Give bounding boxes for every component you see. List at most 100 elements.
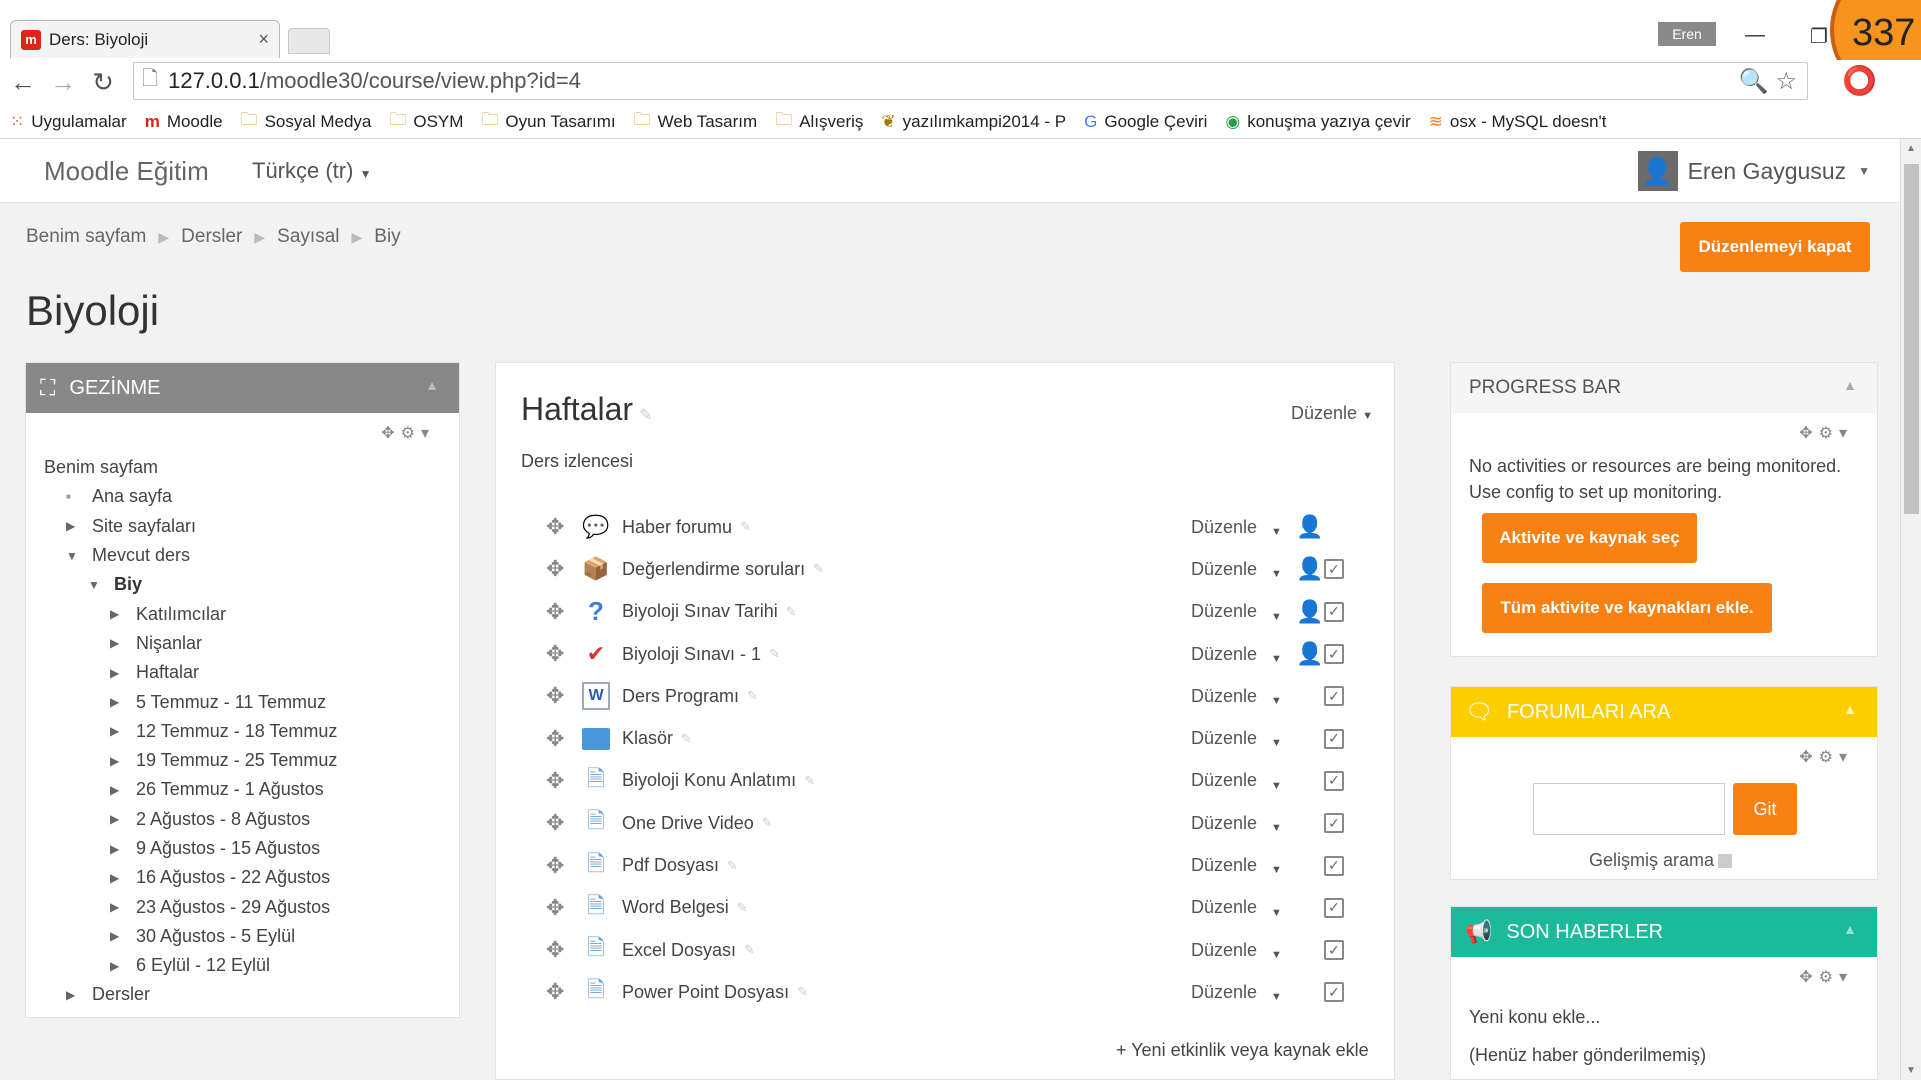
completion-checkbox-icon[interactable]: ✓ xyxy=(1324,686,1344,707)
group-mode-user-icon[interactable]: 👤 xyxy=(1296,641,1323,667)
group-mode-user-icon[interactable]: 👤 xyxy=(1296,556,1323,582)
nav-tree-item[interactable]: ▶ Haftalar xyxy=(44,658,459,687)
completion-checkbox-icon[interactable]: ✓ xyxy=(1324,559,1344,580)
add-activity-link[interactable]: + Yeni etkinlik veya kaynak ekle xyxy=(1116,1040,1369,1061)
language-menu[interactable]: Türkçe (tr) ▼ xyxy=(252,158,371,184)
pencil-icon[interactable]: ✎ xyxy=(813,561,824,577)
add-all-activities-button[interactable]: Tüm aktivite ve kaynakları ekle. xyxy=(1482,583,1772,633)
caret-down-icon[interactable]: ▼ xyxy=(1271,568,1282,580)
nav-tree-item[interactable]: ▶ 12 Temmuz - 18 Temmuz xyxy=(44,717,459,746)
collapse-icon[interactable]: ▲ xyxy=(1843,921,1857,937)
completion-checkbox-icon[interactable]: ✓ xyxy=(1324,982,1344,1003)
activity-edit-menu[interactable]: Düzenle xyxy=(1191,940,1257,961)
site-brand[interactable]: Moodle Eğitim xyxy=(44,156,209,187)
move-handle-icon[interactable]: ✥ xyxy=(546,599,582,625)
breadcrumb-item[interactable]: Benim sayfam xyxy=(26,226,146,248)
opera-icon[interactable]: ⭕ xyxy=(1842,64,1877,97)
scroll-up-icon[interactable]: ▲ xyxy=(1906,143,1916,154)
activity-edit-menu[interactable]: Düzenle xyxy=(1191,644,1257,665)
forum-search-header[interactable]: 🗨 FORUMLARI ARA ▲ xyxy=(1451,687,1877,737)
nav-tree-item[interactable]: ▶ 5 Temmuz - 11 Temmuz xyxy=(44,687,459,716)
completion-checkbox-icon[interactable]: ✓ xyxy=(1324,813,1344,834)
nav-tree-item[interactable]: ■ Ana sayfa xyxy=(44,482,459,511)
activity-edit-menu[interactable]: Düzenle xyxy=(1191,813,1257,834)
activity-link[interactable]: Word Belgesi xyxy=(622,897,729,918)
activity-link[interactable]: Pdf Dosyası xyxy=(622,855,719,876)
completion-checkbox-icon[interactable]: ✓ xyxy=(1324,940,1344,961)
activity-link[interactable]: One Drive Video xyxy=(622,813,754,834)
activity-link[interactable]: Excel Dosyası xyxy=(622,940,736,961)
profile-chip[interactable]: Eren xyxy=(1658,22,1716,46)
move-handle-icon[interactable]: ✥ xyxy=(546,810,582,836)
move-gear-icons[interactable]: ✥⚙▾ xyxy=(1799,423,1853,443)
completion-checkbox-icon[interactable]: ✓ xyxy=(1324,855,1344,876)
back-arrow-icon[interactable]: ← xyxy=(6,67,40,98)
move-handle-icon[interactable]: ✥ xyxy=(546,853,582,879)
progress-bar-header[interactable]: PROGRESS BAR ▲ xyxy=(1451,363,1877,413)
caret-down-icon[interactable]: ▼ xyxy=(1271,822,1282,834)
caret-down-icon[interactable]: ▼ xyxy=(1271,695,1282,707)
pencil-icon[interactable]: ✎ xyxy=(737,900,748,916)
pencil-icon[interactable]: ✎ xyxy=(797,984,808,1000)
move-gear-icons[interactable]: ✥⚙▾ xyxy=(1799,967,1853,987)
pencil-icon[interactable]: ✎ xyxy=(786,604,797,620)
collapse-icon[interactable]: ▲ xyxy=(1843,377,1857,393)
activity-edit-menu[interactable]: Düzenle xyxy=(1191,559,1257,580)
bookmark-item[interactable]: ❦ yazılımkampi2014 - P xyxy=(881,112,1066,132)
scroll-down-icon[interactable]: ▼ xyxy=(1906,1065,1916,1076)
nav-tree-item[interactable]: ▶ 30 Ağustos - 5 Eylül xyxy=(44,922,459,951)
new-tab-button[interactable] xyxy=(288,28,330,54)
pencil-icon[interactable]: ✎ xyxy=(747,688,758,704)
bookmark-item[interactable]: m Moodle xyxy=(145,112,223,132)
group-mode-user-icon[interactable]: 👤 xyxy=(1296,599,1323,625)
activity-link[interactable]: Biyoloji Sınav Tarihi xyxy=(622,601,778,622)
activity-edit-menu[interactable]: Düzenle xyxy=(1191,770,1257,791)
scroll-thumb[interactable] xyxy=(1904,164,1919,514)
nav-tree-item[interactable]: Benim sayfam xyxy=(44,453,459,482)
nav-tree-item[interactable]: ▶ Katılımcılar xyxy=(44,599,459,628)
nav-tree-item[interactable]: ▶ 2 Ağustos - 8 Ağustos xyxy=(44,805,459,834)
activity-edit-menu[interactable]: Düzenle xyxy=(1191,601,1257,622)
bookmark-item[interactable]: ◉ konuşma yazıya çevir xyxy=(1225,112,1410,132)
activity-edit-menu[interactable]: Düzenle xyxy=(1191,982,1257,1003)
nav-tree-item[interactable]: ▶ 26 Temmuz - 1 Ağustos xyxy=(44,775,459,804)
completion-checkbox-icon[interactable]: ✓ xyxy=(1324,644,1344,665)
caret-down-icon[interactable]: ▼ xyxy=(1271,907,1282,919)
activity-link[interactable]: Değerlendirme soruları xyxy=(622,559,805,580)
nav-tree-item[interactable]: ▼ Biy xyxy=(44,570,459,599)
move-handle-icon[interactable]: ✥ xyxy=(546,768,582,794)
section-edit-menu[interactable]: Düzenle ▼ xyxy=(1291,403,1373,424)
completion-checkbox-icon[interactable]: ✓ xyxy=(1324,897,1344,918)
activity-edit-menu[interactable]: Düzenle xyxy=(1191,517,1257,538)
move-handle-icon[interactable]: ✥ xyxy=(546,683,582,709)
bookmark-item[interactable]: 🗀 Alışveriş xyxy=(775,107,863,136)
move-gear-icons[interactable]: ✥⚙▾ xyxy=(381,423,435,443)
pencil-icon[interactable]: ✎ xyxy=(744,942,755,958)
bookmark-item[interactable]: ⁙ Uygulamalar xyxy=(10,112,127,132)
activity-edit-menu[interactable]: Düzenle xyxy=(1191,686,1257,707)
bookmark-item[interactable]: 🗀 Sosyal Medya xyxy=(241,107,372,136)
help-icon[interactable] xyxy=(1718,854,1733,869)
nav-tree-item[interactable]: ▶ 23 Ağustos - 29 Ağustos xyxy=(44,892,459,921)
completion-checkbox-icon[interactable]: ✓ xyxy=(1324,601,1344,622)
minimize-icon[interactable]: — xyxy=(1745,24,1765,47)
bookmark-item[interactable]: 🗀 Oyun Tasarımı xyxy=(481,107,615,136)
breadcrumb-item[interactable]: Sayısal xyxy=(277,226,339,248)
navigation-block-header[interactable]: ⛶ GEZİNME ▲ xyxy=(26,363,459,413)
nav-tree-item[interactable]: ▼ Mevcut ders xyxy=(44,541,459,570)
activity-edit-menu[interactable]: Düzenle xyxy=(1191,728,1257,749)
move-handle-icon[interactable]: ✥ xyxy=(546,895,582,921)
nav-tree-item[interactable]: ▶ 16 Ağustos - 22 Ağustos xyxy=(44,863,459,892)
turn-editing-off-button[interactable]: Düzenlemeyi kapat xyxy=(1680,222,1870,272)
bookmark-item[interactable]: G Google Çeviri xyxy=(1084,112,1207,132)
zoom-star-icons[interactable]: 🔍 ☆ xyxy=(1739,67,1797,96)
reload-icon[interactable]: ↻ xyxy=(86,67,120,98)
move-handle-icon[interactable]: ✥ xyxy=(546,937,582,963)
tab-close-icon[interactable]: × xyxy=(258,29,269,50)
move-handle-icon[interactable]: ✥ xyxy=(546,641,582,667)
group-mode-user-icon[interactable]: 👤 xyxy=(1296,514,1323,540)
browser-tab[interactable]: m Ders: Biyoloji × xyxy=(10,20,280,58)
completion-checkbox-icon[interactable]: ✓ xyxy=(1324,728,1344,749)
address-bar[interactable]: 🗋 127.0.0.1/moodle30/course/view.php?id=… xyxy=(133,62,1808,100)
collapse-icon[interactable]: ▲ xyxy=(1843,701,1857,717)
